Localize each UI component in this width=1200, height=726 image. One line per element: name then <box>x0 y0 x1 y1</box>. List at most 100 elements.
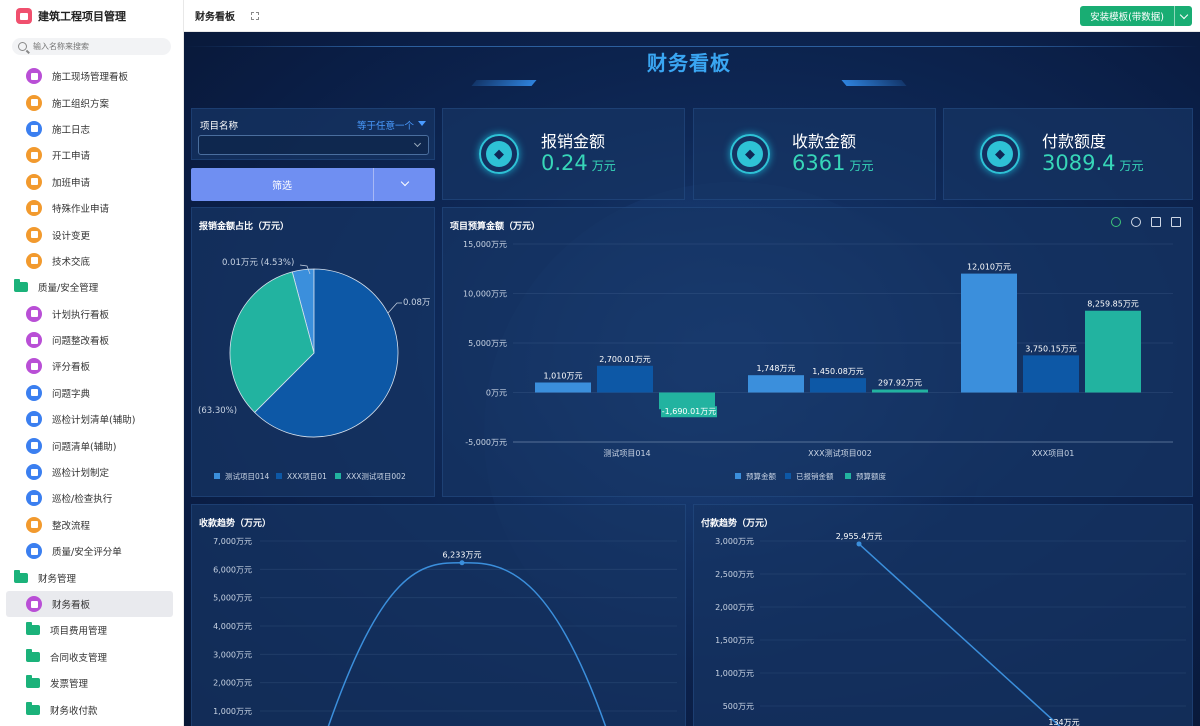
kpi-label: 报销金额 <box>541 132 606 151</box>
y-tick-label: 5,000万元 <box>468 339 507 348</box>
sidebar-item[interactable]: 特殊作业申请 <box>0 195 183 221</box>
app-icon <box>26 596 42 612</box>
project-name-select[interactable] <box>198 135 429 155</box>
y-tick-label: -5,000万元 <box>465 438 507 447</box>
sidebar-group[interactable]: 财务管理 <box>0 564 183 590</box>
folder-icon <box>26 701 40 715</box>
payments-trend-panel: 付款趋势（万元） 3,000万元 2,500万元 2,000万元 1,500万元 1,0… <box>693 504 1193 726</box>
folder-icon <box>26 648 40 662</box>
sidebar-item[interactable]: 巡检计划制定 <box>0 459 183 485</box>
search-input[interactable] <box>33 42 163 51</box>
sidebar-item[interactable]: 项目费用管理 <box>0 617 183 643</box>
bar-value-label: 1,010万元 <box>544 372 583 381</box>
payments-line <box>858 543 1061 726</box>
diamond-icon <box>479 134 519 174</box>
fullscreen-icon[interactable] <box>251 11 259 20</box>
diamond-icon <box>980 134 1020 174</box>
bar <box>872 389 928 393</box>
y-tick-label: 2,000万元 <box>213 679 252 688</box>
topbar: 财务看板 安装模板(带数据) <box>184 0 1200 32</box>
sidebar-item-label: 问题字典 <box>52 388 91 400</box>
app-icon <box>26 200 42 217</box>
sidebar-item[interactable]: 技术交底 <box>0 248 183 274</box>
filter-button-group: 筛选 <box>191 168 435 201</box>
filter-button[interactable]: 筛选 <box>191 168 374 201</box>
bar-value-label: 8,259.85万元 <box>1087 300 1139 309</box>
point-value-label: 2,955.4万元 <box>836 532 883 541</box>
sidebar-item[interactable]: 施工日志 <box>0 116 183 142</box>
sidebar-item[interactable]: 质量/安全评分单 <box>0 538 183 564</box>
sidebar-item[interactable]: 合同收支管理 <box>0 644 183 670</box>
legend-label: XXX项目01 <box>287 472 327 481</box>
legend-label: 测试项目014 <box>225 471 270 481</box>
pie-value-label: 0.01万元 (4.53%) <box>222 258 294 268</box>
receipts-trend-panel: 收款趋势（万元） 7,000万元 6,000万元 5,000万元 4,000万元 3,0… <box>191 504 686 726</box>
sidebar-item[interactable]: 加班申请 <box>0 169 183 195</box>
kpi-card-reimbursement: 报销金额 0.24万元 <box>442 108 685 200</box>
kpi-value: 0.24 万元 <box>541 151 616 175</box>
sidebar-item[interactable]: 巡检/检查执行 <box>0 485 183 511</box>
bar <box>1085 310 1141 393</box>
app-icon <box>26 516 42 533</box>
install-dropdown-button[interactable] <box>1174 6 1192 26</box>
sidebar-item[interactable]: 问题整改看板 <box>0 327 183 353</box>
bar <box>810 378 866 393</box>
sidebar-item-label: 评分看板 <box>52 362 91 374</box>
y-tick-label: 1,500万元 <box>715 636 754 645</box>
sidebar-item-label: 计划执行看板 <box>52 309 110 321</box>
legend-label: 预算金额 <box>746 471 776 481</box>
sidebar-item-label: 质量/安全管理 <box>38 283 99 295</box>
install-template-button[interactable]: 安装模板(带数据) <box>1080 6 1174 26</box>
sidebar-search[interactable] <box>12 38 171 55</box>
sidebar-item-label: 财务看板 <box>52 600 91 611</box>
app-logo-icon <box>16 8 32 24</box>
app-icon <box>26 437 42 454</box>
sidebar-item-label: 问题整改看板 <box>52 336 110 348</box>
sidebar-item-label: 整改流程 <box>52 520 91 532</box>
app-title: 建筑工程项目管理 <box>38 10 126 23</box>
diamond-icon <box>730 134 770 174</box>
y-tick-label: 4,000万元 <box>213 622 252 631</box>
sidebar-group[interactable]: 质量/安全管理 <box>0 274 183 300</box>
sidebar-item[interactable]: 评分看板 <box>0 353 183 379</box>
kpi-card-payments: 付款额度 3089.4万元 <box>943 108 1193 200</box>
kpi-label: 收款金额 <box>792 132 857 151</box>
banner-deco-left <box>471 80 537 86</box>
legend-swatch <box>335 473 341 479</box>
sidebar-item[interactable]: 巡检计划清单(辅助) <box>0 406 183 432</box>
sidebar-item[interactable]: 施工组织方案 <box>0 89 183 115</box>
y-tick-label: 0万元 <box>486 389 507 398</box>
sidebar-item[interactable]: 财务收付款 <box>0 696 183 722</box>
legend-swatch <box>214 473 220 479</box>
bar-value-label: 1,450.08万元 <box>812 367 864 376</box>
sidebar-item[interactable]: 开工申请 <box>0 142 183 168</box>
sidebar-item[interactable]: 问题字典 <box>0 380 183 406</box>
sidebar-item[interactable]: 问题清单(辅助) <box>0 432 183 458</box>
sidebar-item[interactable]: 施工现场管理看板 <box>0 63 183 89</box>
x-tick-label: XXX项目01 <box>1032 449 1075 458</box>
sidebar-item-label: 财务收付款 <box>50 705 98 717</box>
y-tick-label: 5,000万元 <box>213 594 252 603</box>
filter-dropdown-button[interactable] <box>374 168 435 201</box>
y-tick-label: 3,000万元 <box>213 650 252 659</box>
sidebar-item[interactable]: 计划执行看板 <box>0 301 183 327</box>
sidebar-item[interactable]: 设计变更 <box>0 221 183 247</box>
filter-operator[interactable]: 等于任意一个 <box>357 118 414 132</box>
bar-value-label: -1,690.01万元 <box>662 407 717 416</box>
legend-swatch <box>276 473 282 479</box>
bar-chart-panel: 项目预算金额（万元） 15,000万元 10,000万元 5,000万元 0万元 -5,… <box>442 207 1193 497</box>
kpi-value: 3089.4 万元 <box>1042 151 1144 175</box>
sidebar-item[interactable]: 财务看板 <box>6 590 173 618</box>
sidebar-item[interactable]: 发票管理 <box>0 670 183 696</box>
x-tick-label: XXX测试项目002 <box>808 448 872 458</box>
sidebar-item-label: 问题清单(辅助) <box>52 441 117 453</box>
folder-icon <box>26 622 40 636</box>
app-icon <box>26 120 42 137</box>
app-icon <box>26 305 42 322</box>
sidebar-item[interactable]: 整改流程 <box>0 512 183 538</box>
filter-panel: 项目名称 等于任意一个 <box>191 108 435 160</box>
filter-operator-caret-icon[interactable] <box>418 121 426 126</box>
sidebar-item-label: 技术交底 <box>52 256 91 268</box>
y-tick-label: 2,500万元 <box>715 570 754 579</box>
app-icon <box>26 411 42 428</box>
